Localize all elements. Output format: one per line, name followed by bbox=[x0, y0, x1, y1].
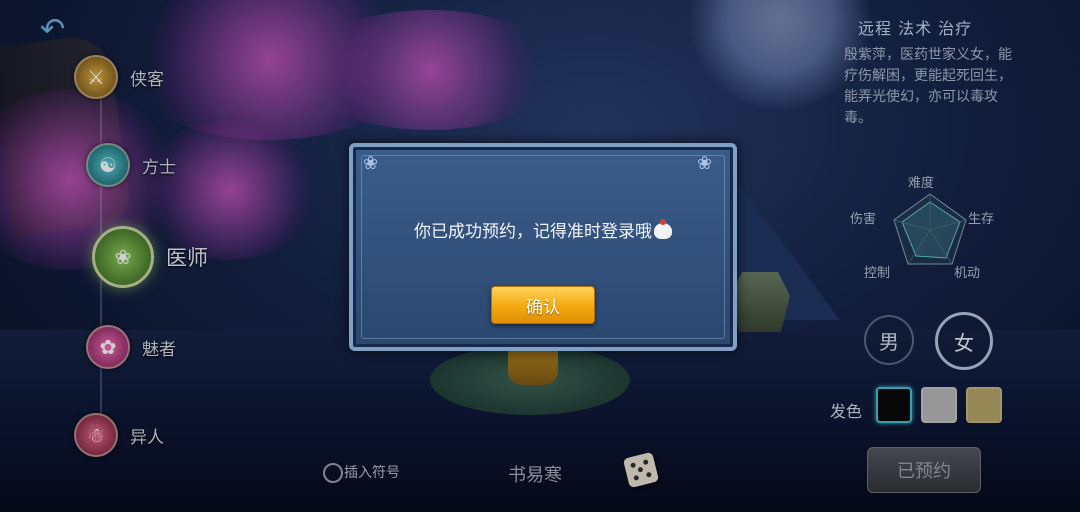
cute-emoji-icon bbox=[654, 219, 672, 239]
corner-ornament-icon: ❀ bbox=[697, 153, 713, 174]
dialog-message-text: 你已成功预约，记得准时登录哦 bbox=[414, 222, 652, 242]
reservation-dialog: ❀ ❀ 你已成功预约，记得准时登录哦 确认 bbox=[349, 143, 737, 351]
confirm-button[interactable]: 确认 bbox=[491, 286, 595, 324]
dialog-message: 你已成功预约，记得准时登录哦 bbox=[353, 217, 733, 242]
corner-ornament-icon: ❀ bbox=[363, 153, 379, 174]
